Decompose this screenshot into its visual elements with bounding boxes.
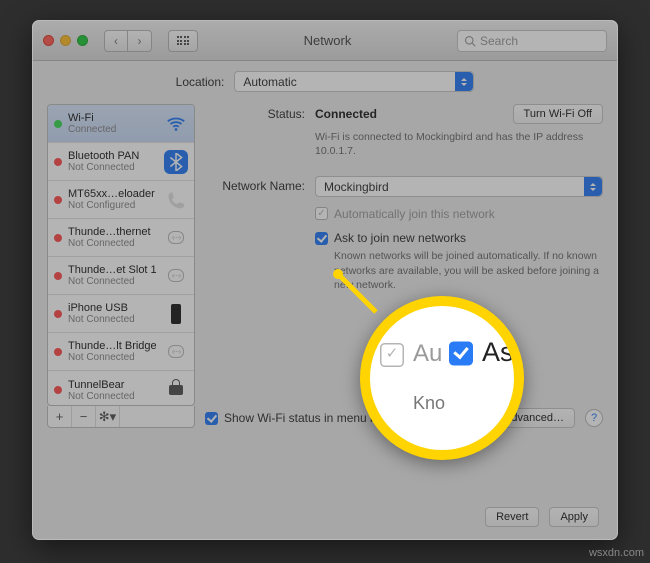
callout-pointer-icon	[332, 268, 382, 318]
show-all-button[interactable]	[168, 30, 198, 52]
bluetooth-icon	[164, 150, 188, 174]
sidebar-item-thunderbolt-slot1[interactable]: Thunde…et Slot 1Not Connected ‹···›	[48, 257, 194, 295]
checkbox-icon	[315, 207, 328, 220]
network-name-label: Network Name:	[205, 176, 315, 193]
sidebar-item-thunderbolt-ethernet[interactable]: Thunde…thernetNot Connected ‹···›	[48, 219, 194, 257]
search-input[interactable]: Search	[457, 30, 607, 52]
search-icon	[464, 35, 476, 47]
callout-ask-join: Ask	[449, 337, 524, 369]
ask-to-join-label: Ask to join new networks	[334, 231, 466, 245]
network-name-select[interactable]: Mockingbird	[315, 176, 603, 197]
chevron-updown-icon	[584, 177, 602, 196]
location-select[interactable]: Automatic	[234, 71, 474, 92]
sidebar-item-status: Not Connected	[68, 162, 158, 173]
forward-button[interactable]: ›	[128, 30, 152, 52]
sidebar-item-status: Not Connected	[68, 352, 158, 363]
show-wifi-status-label: Show Wi-Fi status in menu bar	[224, 411, 387, 425]
sidebar-item-label: MT65xx…eloader	[68, 188, 158, 200]
sidebar-toolbar: + − ✻▾	[47, 406, 195, 428]
sidebar-item-status: Not Connected	[68, 391, 158, 402]
titlebar: ‹ › Network Search	[33, 21, 617, 61]
search-placeholder: Search	[480, 34, 518, 48]
zoom-callout: Au Ask Kno	[360, 296, 524, 460]
status-dot-icon	[54, 196, 62, 204]
ask-to-join-checkbox[interactable]: Ask to join new networks	[315, 231, 466, 245]
ethernet-icon: ‹···›	[164, 226, 188, 250]
sidebar-actions-button[interactable]: ✻▾	[96, 406, 120, 427]
sidebar-item-status: Not Connected	[68, 276, 158, 287]
back-button[interactable]: ‹	[104, 30, 128, 52]
window-controls	[43, 35, 88, 46]
checkbox-icon	[380, 342, 404, 366]
turn-wifi-off-button[interactable]: Turn Wi-Fi Off	[513, 104, 603, 124]
sidebar-item-status: Not Configured	[68, 200, 158, 211]
chevron-updown-icon	[455, 72, 473, 91]
sidebar-item-status: Not Connected	[68, 314, 158, 325]
checkbox-icon	[315, 232, 328, 245]
sidebar-item-label: Thunde…et Slot 1	[68, 264, 158, 276]
checkbox-icon	[449, 341, 473, 365]
location-value: Automatic	[243, 75, 296, 89]
sidebar-item-status: Not Connected	[68, 238, 158, 249]
network-window: ‹ › Network Search Location: Automatic W…	[32, 20, 618, 540]
sidebar-item-mt65xx[interactable]: MT65xx…eloaderNot Configured	[48, 181, 194, 219]
status-label: Status:	[205, 104, 315, 121]
status-dot-icon	[54, 272, 62, 280]
sidebar-item-label: Wi-Fi	[68, 112, 158, 124]
sidebar-item-label: Thunde…lt Bridge	[68, 340, 158, 352]
callout-auto-join: Au	[380, 341, 442, 368]
revert-button[interactable]: Revert	[485, 507, 539, 527]
sidebar-item-status: Connected	[68, 124, 158, 135]
help-button[interactable]: ?	[585, 409, 603, 427]
status-dot-icon	[54, 348, 62, 356]
checkbox-icon	[205, 412, 218, 425]
status-description: Wi-Fi is connected to Mockingbird and ha…	[315, 130, 603, 158]
sidebar-item-wifi[interactable]: Wi-FiConnected	[48, 105, 194, 143]
status-dot-icon	[54, 158, 62, 166]
sidebar-item-thunderbolt-bridge[interactable]: Thunde…lt BridgeNot Connected ‹···›	[48, 333, 194, 371]
callout-auto-text: Au	[413, 341, 442, 368]
sidebar-item-label: TunnelBear	[68, 379, 158, 391]
status-dot-icon	[54, 234, 62, 242]
apply-button[interactable]: Apply	[549, 507, 599, 527]
show-wifi-status-checkbox[interactable]: Show Wi-Fi status in menu bar	[205, 411, 387, 425]
wifi-icon	[164, 112, 188, 136]
auto-join-checkbox: Automatically join this network	[315, 207, 495, 221]
minimize-icon[interactable]	[60, 35, 71, 46]
network-name-value: Mockingbird	[324, 180, 389, 194]
sidebar-item-iphone-usb[interactable]: iPhone USBNot Connected	[48, 295, 194, 333]
interface-sidebar: Wi-FiConnected Bluetooth PANNot Connecte…	[47, 104, 195, 406]
grid-icon	[177, 36, 190, 45]
phone-icon	[164, 188, 188, 212]
sidebar-item-label: Bluetooth PAN	[68, 150, 158, 162]
close-icon[interactable]	[43, 35, 54, 46]
lock-icon	[164, 378, 188, 402]
status-dot-icon	[54, 120, 62, 128]
watermark: wsxdn.com	[589, 547, 644, 559]
location-label: Location:	[176, 75, 225, 89]
iphone-icon	[164, 302, 188, 326]
zoom-icon[interactable]	[77, 35, 88, 46]
remove-interface-button[interactable]: −	[72, 406, 96, 427]
sidebar-item-bluetooth-pan[interactable]: Bluetooth PANNot Connected	[48, 143, 194, 181]
status-dot-icon	[54, 310, 62, 318]
status-dot-icon	[54, 386, 62, 394]
window-title: Network	[206, 33, 449, 48]
sidebar-item-tunnelbear[interactable]: TunnelBearNot Connected	[48, 371, 194, 406]
ethernet-icon: ‹···›	[164, 264, 188, 288]
status-value: Connected	[315, 107, 377, 121]
auto-join-label: Automatically join this network	[334, 207, 495, 221]
ethernet-icon: ‹···›	[164, 340, 188, 364]
callout-known-text: Kno	[413, 392, 524, 413]
add-interface-button[interactable]: +	[48, 406, 72, 427]
sidebar-item-label: Thunde…thernet	[68, 226, 158, 238]
sidebar-item-label: iPhone USB	[68, 302, 158, 314]
